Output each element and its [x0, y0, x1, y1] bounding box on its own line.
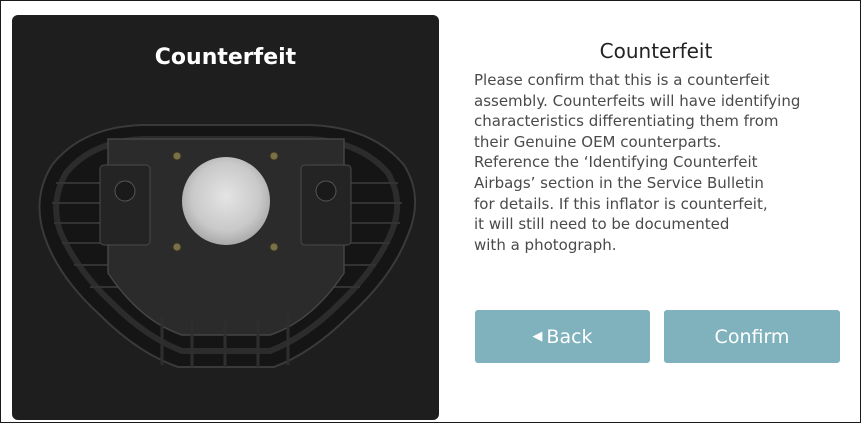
description-line: their Genuine OEM counterparts. [474, 132, 722, 151]
dialog-frame: Counterfeit Counterfeit Please confirm t… [0, 0, 861, 423]
confirm-button[interactable]: Confirm [664, 310, 840, 363]
confirm-button-label: Confirm [714, 325, 790, 348]
back-button-label: Back [546, 325, 593, 348]
description-line: with a photograph. [474, 235, 617, 254]
back-button[interactable]: ◀ Back [475, 310, 650, 363]
info-title: Counterfeit [599, 39, 713, 63]
info-description: Please confirm that this is a counterfei… [474, 70, 834, 255]
description-line: assembly. Counterfeits will have identif… [474, 91, 801, 110]
description-line: for details. If this inflator is counter… [474, 194, 768, 213]
description-line: Reference the ‘Identifying Counterfeit [474, 153, 758, 172]
photo-title: Counterfeit [154, 45, 297, 70]
airbag-assembly-image [38, 124, 417, 368]
description-line: it will still need to be documented [474, 215, 730, 234]
photo-panel: Counterfeit [12, 15, 439, 420]
description-line: Airbags’ section in the Service Bulletin [474, 173, 764, 192]
description-line: characteristics differentiating them fro… [474, 112, 779, 131]
back-arrow-icon: ◀ [532, 329, 543, 344]
description-line: Please confirm that this is a counterfei… [474, 71, 770, 89]
